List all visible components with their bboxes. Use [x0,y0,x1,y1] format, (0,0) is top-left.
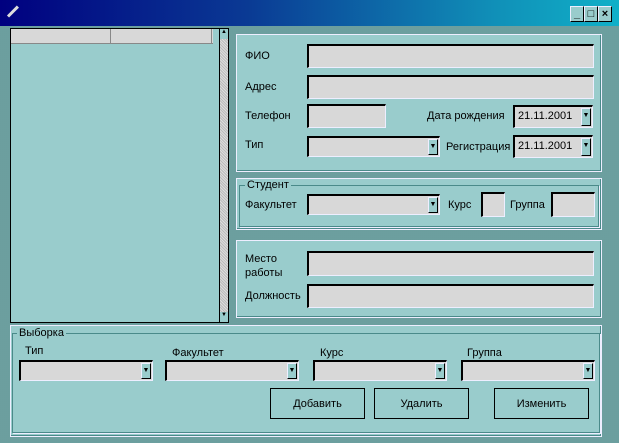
scroll-up-icon[interactable]: ▲ [220,29,228,39]
list-scrollbar[interactable]: ▲ ▼ [219,29,228,322]
address-label: Адрес [245,81,277,93]
chevron-down-icon[interactable]: ▼ [581,138,591,156]
filter-type-label: Тип [25,345,44,357]
column-header-2[interactable] [111,29,212,43]
delete-button[interactable]: Удалить [374,388,469,419]
phone-label: Телефон [245,110,291,122]
close-button[interactable]: × [598,6,612,22]
registration-date-picker[interactable]: 21.11.2001 ▼ [513,135,593,158]
list-header [11,29,213,44]
records-list[interactable]: ▲ ▼ [10,28,229,323]
position-input[interactable] [307,284,594,308]
student-legend: Студент [245,179,291,191]
birth-date-picker[interactable]: 21.11.2001 ▼ [513,105,593,128]
fio-input[interactable] [307,44,594,68]
course-label: Курс [448,199,472,211]
birth-date-label: Дата рождения [427,110,505,122]
edit-button[interactable]: Изменить [494,388,589,419]
title-bar[interactable]: _ □ × [0,0,619,26]
scroll-down-icon[interactable]: ▼ [220,312,228,322]
filter-faculty-label: Факультет [172,347,224,359]
address-input[interactable] [307,75,594,99]
chevron-down-icon[interactable]: ▼ [428,139,438,155]
filter-legend: Выборка [17,327,66,339]
filter-course-label: Курс [320,347,344,359]
type-combo[interactable]: ▼ [307,136,440,157]
column-header-1[interactable] [11,29,111,43]
birth-date-value: 21.11.2001 [518,110,573,122]
chevron-down-icon[interactable]: ▼ [428,197,438,213]
registration-label: Регистрация [446,141,511,153]
filter-group-label: Группа [467,347,502,359]
course-input[interactable] [481,192,505,217]
faculty-combo[interactable]: ▼ [307,194,440,215]
phone-input[interactable] [307,104,386,128]
minimize-button[interactable]: _ [570,6,584,22]
chevron-down-icon[interactable]: ▼ [581,108,591,126]
filter-faculty-combo[interactable]: ▼ [165,360,299,381]
group-input[interactable] [551,192,595,217]
filter-type-combo[interactable]: ▼ [19,360,153,381]
filter-group-combo[interactable]: ▼ [461,360,595,381]
add-button[interactable]: Добавить [270,388,365,419]
chevron-down-icon[interactable]: ▼ [583,363,593,379]
registration-date-value: 21.11.2001 [518,140,573,152]
workplace-label: Место работы [245,253,283,279]
type-label: Тип [245,139,264,151]
app-icon [6,5,19,18]
faculty-label: Факультет [245,199,297,211]
workplace-input[interactable] [307,251,594,276]
chevron-down-icon[interactable]: ▼ [287,363,297,379]
group-label: Группа [510,199,545,211]
maximize-button[interactable]: □ [584,6,598,22]
position-label: Должность [245,290,301,302]
fio-label: ФИО [245,50,270,62]
filter-course-combo[interactable]: ▼ [313,360,447,381]
chevron-down-icon[interactable]: ▼ [141,363,151,379]
chevron-down-icon[interactable]: ▼ [435,363,445,379]
